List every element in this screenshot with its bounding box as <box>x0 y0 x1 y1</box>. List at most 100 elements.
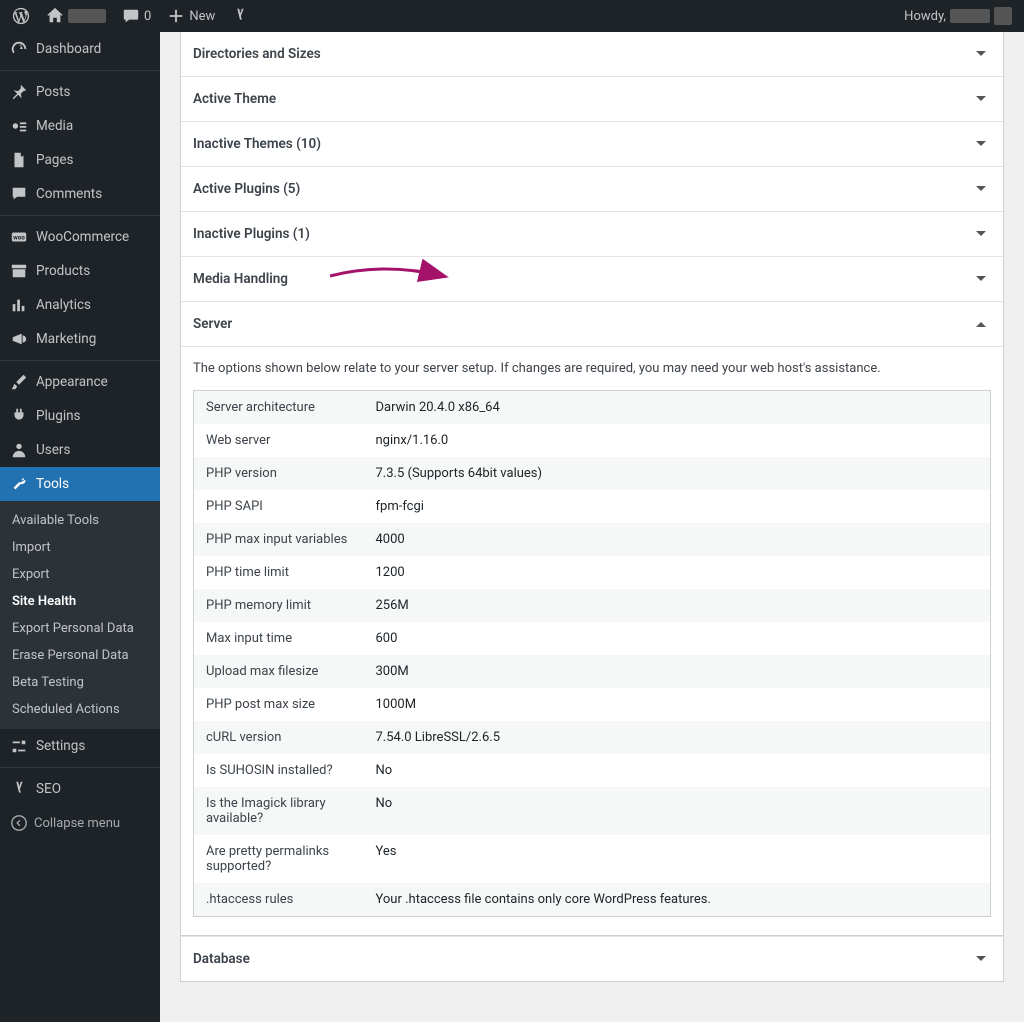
adminbar-account[interactable]: Howdy, <box>898 0 1018 32</box>
panel-server-body: The options shown below relate to your s… <box>181 346 1003 935</box>
adminbar-yoast[interactable] <box>225 0 255 32</box>
menu-item-pages[interactable]: Pages <box>0 143 160 177</box>
menu-label: Plugins <box>36 408 81 424</box>
menu-item-woocommerce[interactable]: woo WooCommerce <box>0 220 160 254</box>
row-key: PHP SAPI <box>194 490 364 523</box>
chevron-down-icon <box>971 89 991 109</box>
table-row: PHP version7.3.5 (Supports 64bit values) <box>194 457 991 490</box>
dashboard-icon <box>10 40 28 58</box>
wordpress-icon <box>12 7 30 25</box>
menu-item-plugins[interactable]: Plugins <box>0 399 160 433</box>
sub-available-tools[interactable]: Available Tools <box>0 507 160 534</box>
media-icon <box>10 117 28 135</box>
home-icon <box>46 7 64 25</box>
adminbar-comments-count: 0 <box>144 9 151 24</box>
panel-title: Server <box>193 316 232 332</box>
menu-item-dashboard[interactable]: Dashboard <box>0 32 160 66</box>
sub-scheduled-actions[interactable]: Scheduled Actions <box>0 696 160 723</box>
menu-item-media[interactable]: Media <box>0 109 160 143</box>
panel-database[interactable]: Database <box>181 937 1003 981</box>
row-key: PHP memory limit <box>194 589 364 622</box>
table-row: PHP time limit1200 <box>194 556 991 589</box>
chevron-down-icon <box>971 224 991 244</box>
table-row: PHP post max size1000M <box>194 688 991 721</box>
admin-sidebar: Dashboard Posts Media Pages Comments woo… <box>0 32 160 1022</box>
menu-label: WooCommerce <box>36 229 129 245</box>
menu-item-comments[interactable]: Comments <box>0 177 160 211</box>
row-value: No <box>364 754 991 787</box>
adminbar-comments[interactable]: 0 <box>116 0 157 32</box>
adminbar-username <box>950 9 990 23</box>
adminbar-wp-logo[interactable] <box>6 0 36 32</box>
table-row: Max input time600 <box>194 622 991 655</box>
adminbar-new-label: New <box>189 9 215 24</box>
panel-server[interactable]: Server <box>181 301 1003 346</box>
adminbar-site-name <box>68 9 106 23</box>
adminbar-site-home[interactable] <box>40 0 112 32</box>
panel-media-handling[interactable]: Media Handling <box>181 256 1003 301</box>
panel-active-theme[interactable]: Active Theme <box>181 76 1003 121</box>
admin-bar: 0 New Howdy, <box>0 0 1024 32</box>
row-value: 300M <box>364 655 991 688</box>
table-row: cURL version7.54.0 LibreSSL/2.6.5 <box>194 721 991 754</box>
row-key: PHP version <box>194 457 364 490</box>
collapse-menu[interactable]: Collapse menu <box>0 806 160 840</box>
chart-bar-icon <box>10 296 28 314</box>
sub-export[interactable]: Export <box>0 561 160 588</box>
server-info-table: Server architectureDarwin 20.4.0 x86_64W… <box>193 390 991 917</box>
adminbar-howdy: Howdy, <box>904 9 946 24</box>
row-value: 256M <box>364 589 991 622</box>
menu-item-settings[interactable]: Settings <box>0 729 160 763</box>
menu-label: Pages <box>36 152 74 168</box>
menu-item-seo[interactable]: SEO <box>0 772 160 806</box>
panel-inactive-plugins[interactable]: Inactive Plugins (1) <box>181 211 1003 256</box>
menu-item-posts[interactable]: Posts <box>0 75 160 109</box>
menu-label: Users <box>36 442 70 458</box>
menu-label: Posts <box>36 84 70 100</box>
row-value: 600 <box>364 622 991 655</box>
row-key: Server architecture <box>194 391 364 425</box>
menu-item-users[interactable]: Users <box>0 433 160 467</box>
panel-inactive-themes[interactable]: Inactive Themes (10) <box>181 121 1003 166</box>
table-row: PHP max input variables4000 <box>194 523 991 556</box>
submenu-tools: Available Tools Import Export Site Healt… <box>0 501 160 729</box>
row-value: 7.54.0 LibreSSL/2.6.5 <box>364 721 991 754</box>
menu-label: Marketing <box>36 331 96 347</box>
menu-item-appearance[interactable]: Appearance <box>0 365 160 399</box>
archive-icon <box>10 262 28 280</box>
sub-erase-personal-data[interactable]: Erase Personal Data <box>0 642 160 669</box>
menu-label: Tools <box>36 476 69 492</box>
panel-directories-sizes[interactable]: Directories and Sizes <box>181 32 1003 76</box>
panel-active-plugins[interactable]: Active Plugins (5) <box>181 166 1003 211</box>
comments-icon <box>10 185 28 203</box>
sub-import[interactable]: Import <box>0 534 160 561</box>
plug-icon <box>10 407 28 425</box>
sub-beta-testing[interactable]: Beta Testing <box>0 669 160 696</box>
row-key: PHP time limit <box>194 556 364 589</box>
row-value: nginx/1.16.0 <box>364 424 991 457</box>
wrench-icon <box>10 475 28 493</box>
yoast-icon <box>231 7 249 25</box>
menu-label: Dashboard <box>36 41 101 57</box>
sub-site-health[interactable]: Site Health <box>0 588 160 615</box>
menu-item-products[interactable]: Products <box>0 254 160 288</box>
collapse-icon <box>10 814 28 832</box>
adminbar-new[interactable]: New <box>161 0 221 32</box>
yoast-icon <box>10 780 28 798</box>
panel-title: Database <box>193 951 250 967</box>
menu-item-tools[interactable]: Tools <box>0 467 160 501</box>
row-key: Max input time <box>194 622 364 655</box>
row-key: Is SUHOSIN installed? <box>194 754 364 787</box>
brush-icon <box>10 373 28 391</box>
menu-item-marketing[interactable]: Marketing <box>0 322 160 356</box>
menu-label: SEO <box>36 781 61 797</box>
menu-label: Comments <box>36 186 102 202</box>
sub-export-personal-data[interactable]: Export Personal Data <box>0 615 160 642</box>
chevron-down-icon <box>971 179 991 199</box>
menu-label: Appearance <box>36 374 108 390</box>
row-key: Upload max filesize <box>194 655 364 688</box>
megaphone-icon <box>10 330 28 348</box>
chevron-down-icon <box>971 949 991 969</box>
menu-item-analytics[interactable]: Analytics <box>0 288 160 322</box>
plus-icon <box>167 7 185 25</box>
